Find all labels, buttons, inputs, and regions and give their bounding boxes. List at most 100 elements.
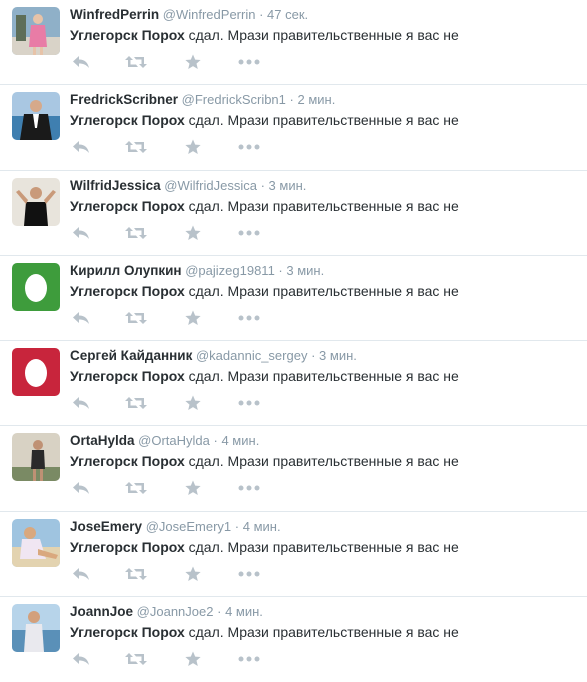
- username[interactable]: @OrtaHylda: [138, 433, 210, 448]
- avatar[interactable]: [12, 92, 60, 141]
- fullname[interactable]: Кирилл Олупкин: [70, 263, 182, 278]
- retweet-button[interactable]: [125, 650, 147, 668]
- username[interactable]: @JoannJoe2: [137, 604, 214, 619]
- retweet-button[interactable]: [125, 224, 147, 242]
- username[interactable]: @JoseEmery1: [146, 519, 231, 534]
- tweet[interactable]: Кирилл Олупкин @pajizeg19811 · 3 мин. Уг…: [0, 256, 587, 342]
- fullname[interactable]: WinfredPerrin: [70, 7, 159, 22]
- more-button[interactable]: [238, 138, 260, 156]
- more-button[interactable]: [238, 479, 260, 497]
- username[interactable]: @FredrickScribn1: [182, 92, 286, 107]
- more-button[interactable]: [238, 53, 260, 71]
- reply-button[interactable]: [70, 53, 92, 71]
- reply-icon: [73, 397, 89, 410]
- fullname[interactable]: JoannJoe: [70, 604, 133, 619]
- tweet-text-bold: Углегорск Порох: [70, 538, 185, 555]
- tweet-text-rest: сдал. Мрази правительственные я вас не: [184, 282, 459, 299]
- timestamp[interactable]: 4 мин.: [243, 519, 281, 534]
- tweet[interactable]: JoannJoe @JoannJoe2 · 4 мин. Углегорск П…: [0, 597, 587, 682]
- more-button[interactable]: [238, 224, 260, 242]
- avatar[interactable]: [12, 604, 60, 653]
- tweet[interactable]: WinfredPerrin @WinfredPerrin · 47 сек. У…: [0, 0, 587, 86]
- timestamp[interactable]: 4 мин.: [225, 604, 263, 619]
- reply-button[interactable]: [70, 394, 92, 412]
- favorite-button[interactable]: [182, 138, 204, 156]
- favorite-button[interactable]: [182, 394, 204, 412]
- timestamp[interactable]: 4 мин.: [221, 433, 259, 448]
- tweet-text-rest: сдал. Мрази правительственные я вас не: [184, 368, 459, 385]
- reply-button[interactable]: [70, 138, 92, 156]
- tweet[interactable]: Сергей Кайданник @kadannic_sergey · 3 ми…: [0, 341, 587, 427]
- star-icon: [185, 566, 201, 581]
- timestamp[interactable]: 3 мин.: [269, 178, 307, 193]
- tweet-header: JoannJoe @JoannJoe2 · 4 мин.: [70, 604, 263, 619]
- username[interactable]: @kadannic_sergey: [196, 348, 307, 363]
- reply-button[interactable]: [70, 565, 92, 583]
- avatar[interactable]: [12, 433, 60, 482]
- retweet-icon: [125, 226, 147, 239]
- username[interactable]: @WilfridJessica: [164, 178, 257, 193]
- avatar[interactable]: [12, 518, 60, 567]
- fullname[interactable]: WilfridJessica: [70, 178, 161, 193]
- tweet[interactable]: JoseEmery @JoseEmery1 · 4 мин. Углегорск…: [0, 512, 587, 598]
- username[interactable]: @pajizeg19811: [185, 263, 275, 278]
- reply-icon: [73, 56, 89, 68]
- retweet-button[interactable]: [125, 138, 147, 156]
- reply-button[interactable]: [70, 309, 92, 327]
- retweet-button[interactable]: [125, 53, 147, 71]
- tweet[interactable]: WilfridJessica @WilfridJessica · 3 мин. …: [0, 171, 587, 256]
- tweet[interactable]: FredrickScribner @FredrickScribn1 · 2 ми…: [0, 85, 587, 171]
- favorite-button[interactable]: [182, 53, 204, 71]
- tweet[interactable]: OrtaHylda @OrtaHylda · 4 мин. Углегорск …: [0, 426, 587, 512]
- favorite-button[interactable]: [182, 650, 204, 668]
- reply-icon: [73, 653, 89, 666]
- more-icon: [238, 230, 260, 236]
- retweet-button[interactable]: [125, 565, 147, 583]
- retweet-icon: [125, 311, 147, 324]
- separator: ·: [260, 177, 265, 193]
- retweet-button[interactable]: [125, 309, 147, 327]
- separator: ·: [217, 604, 222, 620]
- tweet-text-bold: Углегорск Порох: [70, 624, 185, 641]
- tweet-text: Углегорск Порох сдал. Мрази правительств…: [70, 453, 459, 469]
- more-icon: [238, 315, 260, 321]
- favorite-button[interactable]: [182, 479, 204, 497]
- avatar[interactable]: [12, 177, 60, 226]
- avatar[interactable]: [12, 262, 60, 311]
- timestamp[interactable]: 3 мин.: [286, 263, 324, 278]
- more-button[interactable]: [238, 309, 260, 327]
- reply-button[interactable]: [70, 479, 92, 497]
- avatar[interactable]: [12, 348, 60, 397]
- fullname[interactable]: JoseEmery: [70, 519, 142, 534]
- more-button[interactable]: [238, 565, 260, 583]
- separator: ·: [259, 7, 264, 22]
- favorite-button[interactable]: [182, 565, 204, 583]
- timestamp[interactable]: 3 мин.: [319, 348, 357, 363]
- tweet-text-rest: сдал. Мрази правительственные я вас не: [184, 538, 459, 555]
- fullname[interactable]: OrtaHylda: [70, 433, 135, 448]
- retweet-icon: [125, 653, 147, 666]
- more-button[interactable]: [238, 650, 260, 668]
- favorite-button[interactable]: [182, 309, 204, 327]
- separator: ·: [278, 262, 283, 278]
- reply-button[interactable]: [70, 224, 92, 242]
- fullname[interactable]: FredrickScribner: [70, 92, 178, 107]
- retweet-button[interactable]: [125, 479, 147, 497]
- separator: ·: [311, 348, 316, 364]
- separator: ·: [234, 518, 240, 534]
- more-button[interactable]: [238, 394, 260, 412]
- retweet-button[interactable]: [125, 394, 147, 412]
- avatar[interactable]: [12, 7, 60, 55]
- username[interactable]: @WinfredPerrin: [163, 7, 256, 22]
- tweet-text-bold: Углегорск Порох: [70, 453, 185, 470]
- timestamp[interactable]: 2 мин.: [298, 92, 336, 107]
- fullname[interactable]: Сергей Кайданник: [70, 348, 192, 363]
- tweet-text-rest: сдал. Мрази правительственные я вас не: [184, 197, 459, 214]
- reply-button[interactable]: [70, 650, 92, 668]
- retweet-icon: [125, 482, 147, 495]
- reply-icon: [73, 567, 89, 580]
- favorite-button[interactable]: [182, 224, 204, 242]
- star-icon: [185, 651, 201, 667]
- timestamp[interactable]: 47 сек.: [267, 7, 308, 22]
- more-icon: [238, 400, 260, 406]
